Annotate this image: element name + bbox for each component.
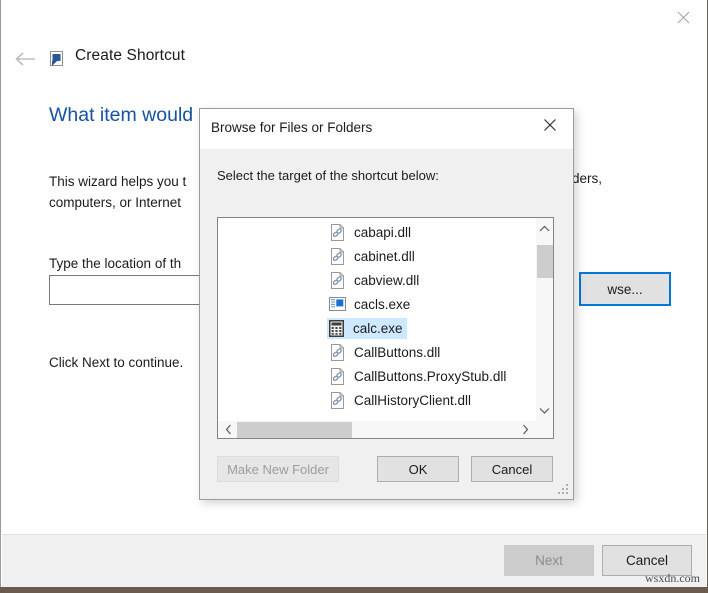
back-arrow-icon[interactable]	[11, 46, 39, 72]
resize-grip-dot	[566, 488, 568, 490]
file-list-item[interactable]: calc.exe	[218, 316, 536, 340]
file-list-item[interactable]: CallHistoryClient.dll	[218, 388, 536, 412]
file-list-item-content: CallButtons.ProxyStub.dll	[328, 367, 506, 386]
vertical-scrollbar-thumb[interactable]	[537, 245, 553, 278]
dialog-prompt: Select the target of the shortcut below:	[217, 168, 439, 183]
file-list-item[interactable]: cabapi.dll	[218, 220, 536, 244]
wizard-description-line-1: This wizard helps you t	[49, 171, 186, 192]
resize-grip-dot	[566, 492, 568, 494]
file-list-item[interactable]: cacls.exe	[218, 292, 536, 316]
browse-button-label: wse...	[607, 282, 642, 297]
file-list-item-label: cabview.dll	[354, 273, 419, 288]
wizard-titlebar	[1, 0, 707, 36]
wizard-footer: Next Cancel	[2, 534, 706, 587]
file-list-item-label: cacls.exe	[354, 297, 410, 312]
dll-file-icon	[328, 391, 347, 410]
ok-button[interactable]: OK	[377, 456, 459, 482]
horizontal-scrollbar[interactable]	[218, 420, 536, 438]
chevron-down-icon[interactable]	[536, 402, 553, 419]
ok-button-label: OK	[409, 462, 428, 477]
next-button[interactable]: Next	[504, 545, 594, 576]
make-new-folder-label: Make New Folder	[227, 462, 329, 477]
console-exe-icon	[328, 295, 347, 314]
resize-grip-dot	[562, 492, 564, 494]
next-button-label: Next	[535, 553, 563, 568]
make-new-folder-button[interactable]: Make New Folder	[217, 456, 339, 482]
file-list-item[interactable]: CallButtons.ProxyStub.dll	[218, 364, 536, 388]
file-list-item-label: CallHistoryClient.dll	[354, 393, 471, 408]
dialog-title: Browse for Files or Folders	[211, 120, 372, 135]
dll-file-icon	[328, 247, 347, 266]
file-list-item[interactable]: cabview.dll	[218, 268, 536, 292]
shortcut-icon	[48, 50, 65, 67]
resize-grip-dot	[558, 492, 560, 494]
dll-file-icon	[328, 343, 347, 362]
dialog-titlebar: Browse for Files or Folders	[200, 109, 573, 149]
dialog-cancel-button[interactable]: Cancel	[471, 456, 553, 482]
chevron-right-icon[interactable]	[517, 421, 534, 438]
file-list-item-content: cabinet.dll	[328, 247, 415, 266]
file-list-item-label: calc.exe	[353, 321, 403, 336]
wizard-cancel-button-label: Cancel	[626, 553, 668, 568]
file-list-item-label: cabinet.dll	[354, 249, 415, 264]
close-icon[interactable]	[661, 2, 705, 32]
next-hint-text: Click Next to continue.	[49, 352, 183, 373]
file-list-item[interactable]: CallButtons.dll	[218, 340, 536, 364]
resize-grip-dot	[562, 488, 564, 490]
file-list-item-content: cabview.dll	[328, 271, 419, 290]
file-list: cabapi.dll cabinet.dll cabview.dll cacls.ex…	[218, 220, 536, 412]
calculator-exe-icon	[327, 319, 346, 338]
file-list-item-content: CallButtons.dll	[328, 343, 440, 362]
chevron-up-icon[interactable]	[536, 220, 553, 237]
file-list-item-label: CallButtons.ProxyStub.dll	[354, 369, 506, 384]
wizard-description-line-2: computers, or Internet	[49, 192, 181, 213]
dialog-cancel-button-label: Cancel	[492, 462, 532, 477]
page-title: Create Shortcut	[75, 47, 185, 65]
dll-file-icon	[328, 367, 347, 386]
chevron-left-icon[interactable]	[220, 421, 237, 438]
scrollbar-corner	[535, 420, 553, 438]
vertical-scrollbar[interactable]	[535, 218, 553, 421]
wizard-heading: What item would	[49, 104, 193, 127]
file-list-item-content: CallHistoryClient.dll	[328, 391, 471, 410]
browse-button[interactable]: wse...	[579, 272, 671, 306]
location-label: Type the location of th	[49, 253, 181, 274]
window-bottom-edge	[0, 587, 708, 593]
dll-file-icon	[328, 271, 347, 290]
file-list-item[interactable]: cabinet.dll	[218, 244, 536, 268]
browse-for-files-dialog: Browse for Files or Folders Select the t…	[199, 108, 574, 500]
file-list-item-label: CallButtons.dll	[354, 345, 440, 360]
file-list-item-content: calc.exe	[327, 318, 407, 339]
file-list-box[interactable]: cabapi.dll cabinet.dll cabview.dll cacls.ex…	[217, 217, 554, 439]
resize-grip-icon[interactable]	[558, 484, 570, 496]
horizontal-scrollbar-thumb[interactable]	[237, 422, 352, 438]
file-list-item-content: cacls.exe	[328, 295, 410, 314]
resize-grip-dot	[566, 484, 568, 486]
file-list-viewport: cabapi.dll cabinet.dll cabview.dll cacls.ex…	[218, 218, 536, 421]
file-list-item-content: cabapi.dll	[328, 223, 411, 242]
watermark: wsxdn.com	[645, 571, 700, 586]
file-list-item-label: cabapi.dll	[354, 225, 411, 240]
dll-file-icon	[328, 223, 347, 242]
close-icon[interactable]	[527, 109, 573, 141]
